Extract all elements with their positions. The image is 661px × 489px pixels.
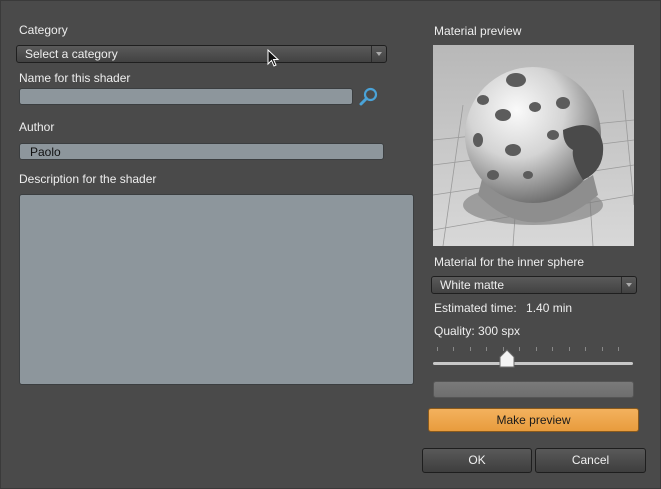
name-label: Name for this shader	[19, 71, 131, 85]
category-select[interactable]: Select a category	[16, 45, 387, 63]
estimated-time: Estimated time: 1.40 min	[434, 301, 572, 315]
ok-button[interactable]: OK	[422, 448, 532, 473]
slider-tick	[569, 347, 570, 351]
slider-tick	[618, 347, 619, 351]
slider-tick	[536, 347, 537, 351]
slider-tick	[437, 347, 438, 351]
material-preview-title: Material preview	[434, 24, 522, 38]
preview-progress-bar	[433, 381, 634, 398]
search-icon[interactable]	[358, 86, 380, 108]
author-input[interactable]: Paolo	[19, 143, 384, 160]
quality-slider-thumb[interactable]	[499, 349, 515, 369]
slider-tick	[552, 347, 553, 351]
quality-slider-track[interactable]	[433, 362, 633, 365]
category-label: Category	[19, 23, 68, 37]
slider-tick	[470, 347, 471, 351]
inner-sphere-select-value: White matte	[440, 278, 505, 292]
slider-tick	[486, 347, 487, 351]
quality-label: Quality: 300 spx	[434, 324, 521, 338]
inner-sphere-select[interactable]: White matte	[431, 276, 637, 294]
cancel-button[interactable]: Cancel	[535, 448, 646, 473]
material-preview-image	[433, 45, 634, 246]
slider-tick	[585, 347, 586, 351]
mouse-pointer-icon	[267, 48, 281, 69]
inner-sphere-label: Material for the inner sphere	[434, 255, 585, 269]
chevron-down-icon	[621, 277, 636, 293]
make-preview-button[interactable]: Make preview	[428, 408, 639, 432]
slider-tick	[453, 347, 454, 351]
name-input[interactable]	[19, 88, 353, 105]
estimated-time-label: Estimated time:	[434, 301, 517, 315]
slider-tick	[602, 347, 603, 351]
description-label: Description for the shader	[19, 172, 157, 186]
chevron-down-icon	[371, 46, 386, 62]
author-label: Author	[19, 120, 55, 134]
description-textarea[interactable]	[19, 194, 414, 385]
estimated-time-value: 1.40 min	[526, 301, 573, 315]
slider-tick	[519, 347, 520, 351]
category-select-value: Select a category	[25, 47, 118, 61]
